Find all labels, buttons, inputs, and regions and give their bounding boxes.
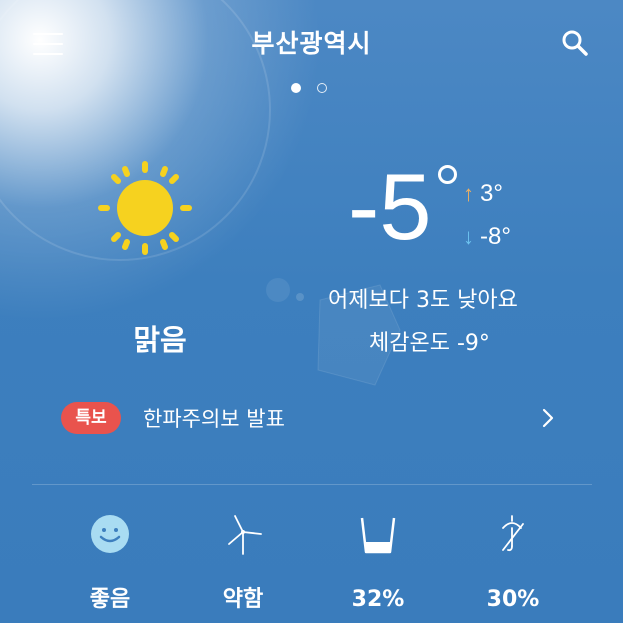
weather-stats: 좋음 약함 32% 30% <box>0 512 623 623</box>
city-title[interactable]: 부산광역시 <box>0 24 623 60</box>
stat-value: 좋음 <box>89 587 131 612</box>
arrow-up-icon: ↑ <box>463 181 474 206</box>
low-temperature: ↓ -8° <box>463 223 511 251</box>
sun-icon <box>98 161 192 255</box>
current-temperature: -5 <box>348 154 432 259</box>
stat-value: 32% <box>351 587 405 612</box>
stat-air-quality[interactable]: 좋음 <box>50 512 170 611</box>
stat-humidity[interactable]: 32% <box>318 512 438 611</box>
low-temperature-value: -8° <box>480 223 511 250</box>
high-temperature-value: 3° <box>480 180 503 207</box>
page-dot-active[interactable] <box>291 83 301 93</box>
smile-face-icon <box>91 515 129 553</box>
umbrella-off-icon <box>502 515 524 552</box>
high-temperature: ↑ 3° <box>463 180 503 208</box>
water-cup-icon <box>360 517 396 554</box>
divider <box>32 484 592 485</box>
feels-like-temperature: 체감온도 -9° <box>369 331 490 356</box>
degree-symbol <box>438 165 457 184</box>
arrow-down-icon: ↓ <box>463 224 474 249</box>
weather-condition: 맑음 <box>133 323 187 357</box>
top-bar: 부산광역시 <box>0 0 623 86</box>
chevron-right-icon[interactable] <box>540 407 556 429</box>
page-dot[interactable] <box>317 83 327 93</box>
yesterday-comparison: 어제보다 3도 낮아요 <box>328 288 518 313</box>
stat-wind[interactable]: 약함 <box>183 512 303 611</box>
stat-value: 약함 <box>222 587 264 612</box>
page-indicator <box>291 83 327 93</box>
alert-text: 한파주의보 발표 <box>143 407 285 431</box>
weather-alert-row[interactable]: 특보 한파주의보 발표 <box>0 398 623 444</box>
alert-badge: 특보 <box>61 402 121 434</box>
wind-turbine-icon <box>228 515 262 555</box>
stat-value: 30% <box>486 587 540 612</box>
search-icon[interactable] <box>561 29 589 57</box>
stat-precipitation[interactable]: 30% <box>453 512 573 611</box>
